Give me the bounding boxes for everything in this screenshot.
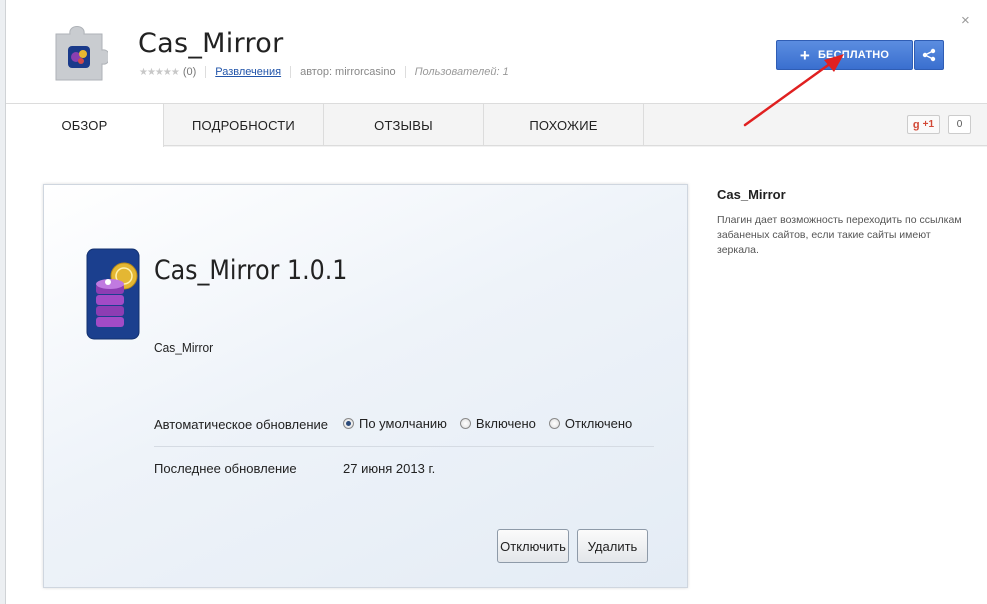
radio-enabled-label: Включено	[475, 416, 536, 431]
screenshot-preview[interactable]: Cas_Mirror 1.0.1 Cas_Mirror Автоматическ…	[43, 184, 688, 588]
divider	[154, 446, 654, 447]
radio-disabled-label: Отключено	[564, 416, 633, 431]
meta-row: ★★★★★ (0) Развлечения автор: mirrorcasin…	[139, 66, 509, 78]
main-content: Cas_Mirror 1.0.1 Cas_Mirror Автоматическ…	[6, 147, 987, 604]
radio-unchecked-icon	[548, 418, 560, 429]
author-text: автор: mirrorcasino	[300, 66, 396, 78]
google-plus-one-button[interactable]: g +1	[907, 115, 940, 134]
annotation-arrow-icon	[743, 54, 844, 127]
last-update-value: 27 июня 2013 г.	[343, 461, 436, 476]
rating-count: (0)	[182, 66, 197, 78]
extension-version-title: Cas_Mirror 1.0.1	[154, 255, 348, 286]
auto-update-label: Автоматическое обновление	[154, 417, 329, 432]
radio-unchecked-icon	[459, 418, 471, 429]
share-button[interactable]	[914, 40, 944, 70]
radio-default[interactable]: По умолчанию	[343, 416, 447, 431]
plus-one-label: +1	[922, 119, 935, 130]
puzzle-piece-icon	[55, 26, 108, 81]
radio-checked-icon	[343, 418, 354, 429]
meta-divider	[404, 66, 406, 78]
users-count: Пользователей: 1	[414, 66, 509, 78]
close-icon[interactable]: ×	[961, 12, 970, 29]
sidebar-description: Плагин дает возможность переходить по сс…	[717, 214, 962, 256]
tab-details[interactable]: ПОДРОБНОСТИ	[164, 104, 324, 146]
radio-default-label: По умолчанию	[359, 416, 447, 431]
radio-enabled[interactable]: Включено	[459, 416, 536, 431]
extension-name: Cas_Mirror	[154, 340, 214, 355]
tab-reviews[interactable]: ОТЗЫВЫ	[324, 104, 484, 146]
google-g-icon: g	[912, 118, 920, 131]
tab-related[interactable]: ПОХОЖИЕ	[484, 104, 644, 146]
meta-divider	[205, 66, 207, 78]
radio-disabled[interactable]: Отключено	[548, 416, 633, 431]
share-icon	[922, 48, 936, 62]
app-title: Cas_Mirror	[138, 28, 284, 59]
remove-button[interactable]: Удалить	[577, 529, 648, 563]
tab-overview[interactable]: ОБЗОР	[6, 104, 164, 147]
plus-one-count: 0	[948, 115, 971, 134]
category-link[interactable]: Развлечения	[215, 66, 281, 78]
auto-update-radio-group: По умолчанию Включено Отключено	[343, 416, 632, 431]
sidebar-title: Cas_Mirror	[717, 187, 786, 202]
last-update-label: Последнее обновление	[154, 461, 297, 476]
casino-chips-icon	[86, 248, 140, 340]
rating-stars: ★★★★★	[139, 66, 180, 78]
meta-divider	[290, 66, 292, 78]
disable-button[interactable]: Отключить	[497, 529, 569, 563]
